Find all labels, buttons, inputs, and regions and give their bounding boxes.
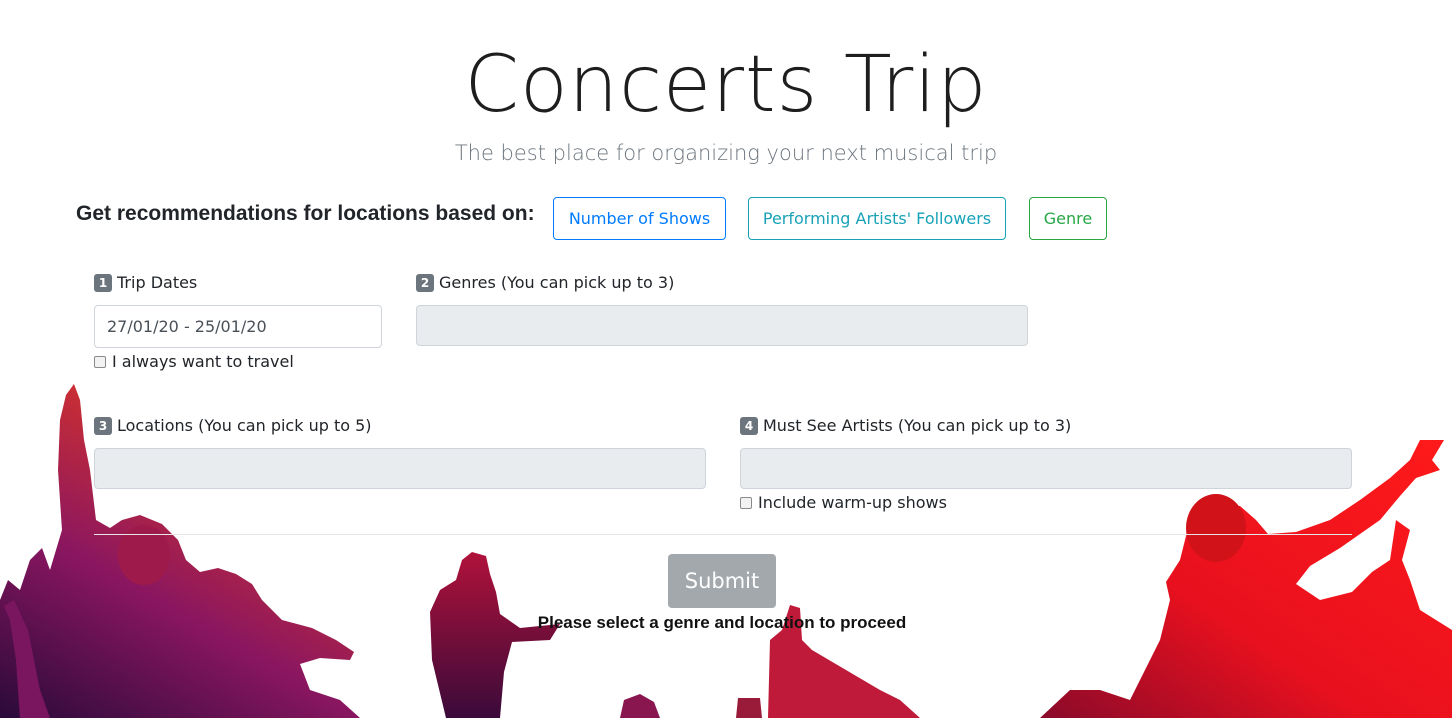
- recommendations-label: Get recommendations for locations based …: [76, 202, 535, 225]
- trip-dates-text: Trip Dates: [117, 273, 198, 292]
- proceed-message: Please select a genre and location to pr…: [537, 613, 907, 632]
- page-subtitle: The best place for organizing your next …: [454, 141, 998, 165]
- always-travel-checkbox-row[interactable]: I always want to travel: [94, 352, 294, 371]
- step-badge: 3: [94, 416, 112, 435]
- trip-dates-input[interactable]: 27/01/20 - 25/01/20: [94, 305, 382, 348]
- submit-button[interactable]: Submit: [668, 554, 776, 608]
- artists-followers-button[interactable]: Performing Artists' Followers: [748, 197, 1006, 240]
- form-divider: [94, 534, 1352, 535]
- locations-select[interactable]: [94, 448, 706, 489]
- always-travel-checkbox[interactable]: [94, 355, 106, 368]
- genres-select[interactable]: [416, 305, 1028, 346]
- must-see-artists-text: Must See Artists (You can pick up to 3): [763, 416, 1072, 435]
- trip-dates-value: 27/01/20 - 25/01/20: [107, 317, 267, 336]
- warmup-checkbox-row[interactable]: Include warm-up shows: [740, 493, 947, 512]
- genres-text: Genres (You can pick up to 3): [439, 273, 675, 292]
- right-crowd-head: [1186, 494, 1246, 562]
- locations-label: 3 Locations (You can pick up to 5): [94, 416, 372, 435]
- trip-dates-label: 1 Trip Dates: [94, 273, 197, 292]
- genres-label: 2 Genres (You can pick up to 3): [416, 273, 674, 292]
- stage-shape: [620, 694, 660, 718]
- number-of-shows-button[interactable]: Number of Shows: [553, 197, 726, 240]
- genre-button[interactable]: Genre: [1029, 197, 1107, 240]
- page-title: Concerts Trip: [464, 40, 988, 130]
- must-see-artists-label: 4 Must See Artists (You can pick up to 3…: [740, 416, 1071, 435]
- stage-small: [736, 698, 762, 718]
- warmup-label: Include warm-up shows: [758, 493, 947, 512]
- locations-text: Locations (You can pick up to 5): [117, 416, 372, 435]
- step-badge: 1: [94, 273, 112, 292]
- always-travel-label: I always want to travel: [112, 352, 294, 371]
- must-see-artists-select[interactable]: [740, 448, 1352, 489]
- warmup-checkbox[interactable]: [740, 496, 752, 509]
- step-badge: 4: [740, 416, 758, 435]
- step-badge: 2: [416, 273, 434, 292]
- guitarist-shape: [430, 552, 560, 718]
